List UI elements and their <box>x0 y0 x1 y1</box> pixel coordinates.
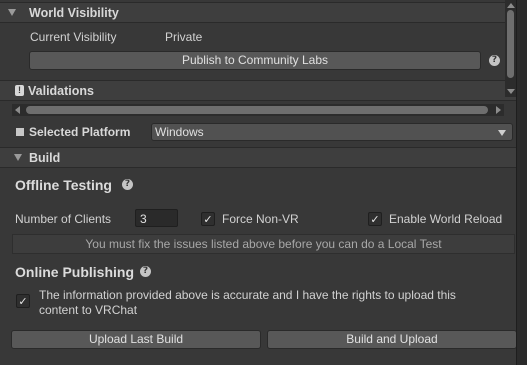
local-test-warning-text: You must fix the issues listed above bef… <box>85 237 442 251</box>
horizontal-scrollbar[interactable] <box>12 104 504 116</box>
validations-title: Validations <box>28 84 94 98</box>
foldout-arrow-icon[interactable] <box>8 9 16 16</box>
current-visibility-label: Current Visibility <box>30 30 117 44</box>
consent-checkbox[interactable]: ✓ <box>16 294 30 308</box>
upload-last-build-button[interactable]: Upload Last Build <box>11 330 261 349</box>
consent-text-line2: content to VRChat <box>39 303 138 317</box>
enable-world-reload-label: Enable World Reload <box>389 212 503 226</box>
enable-world-reload-checkbox[interactable]: ✓ <box>368 212 382 226</box>
help-icon[interactable]: ? <box>140 266 151 277</box>
scroll-right-arrow-icon[interactable] <box>496 106 501 114</box>
world-visibility-header[interactable]: World Visibility <box>0 2 516 23</box>
scroll-left-arrow-icon[interactable] <box>15 106 20 114</box>
force-nonvr-checkbox[interactable]: ✓ <box>201 212 215 226</box>
scroll-up-arrow-icon[interactable] <box>507 3 515 8</box>
world-visibility-title: World Visibility <box>29 6 119 20</box>
build-title: Build <box>29 151 61 165</box>
selected-platform-label: Selected Platform <box>29 125 131 139</box>
local-test-warning-box: You must fix the issues listed above bef… <box>12 234 515 254</box>
chevron-down-icon <box>498 130 506 136</box>
number-of-clients-field[interactable]: 3 <box>135 209 178 227</box>
number-of-clients-value: 3 <box>140 212 147 226</box>
current-visibility-value: Private <box>165 30 203 44</box>
warning-icon: ! <box>15 85 24 96</box>
validations-header[interactable]: ! Validations <box>0 80 516 101</box>
consent-text-line1: The information provided above is accura… <box>39 288 456 302</box>
build-and-upload-button[interactable]: Build and Upload <box>267 330 517 349</box>
platform-dropdown[interactable]: Windows <box>151 123 513 141</box>
online-publishing-title: Online Publishing <box>15 264 134 280</box>
adjacent-panel-edge <box>516 0 527 365</box>
platform-dropdown-value: Windows <box>155 125 204 139</box>
force-nonvr-label: Force Non-VR <box>222 212 299 226</box>
help-icon[interactable]: ? <box>489 55 500 66</box>
platform-icon <box>16 128 24 136</box>
vertical-scrollbar[interactable] <box>505 0 516 97</box>
scroll-down-arrow-icon[interactable] <box>507 89 515 94</box>
foldout-arrow-icon[interactable] <box>14 154 22 161</box>
number-of-clients-label: Number of Clients <box>15 212 112 226</box>
publish-community-labs-button[interactable]: Publish to Community Labs <box>29 51 481 70</box>
offline-testing-title: Offline Testing <box>15 177 112 193</box>
build-header[interactable]: Build <box>0 147 516 168</box>
scrollbar-thumb[interactable] <box>26 106 488 114</box>
help-icon[interactable]: ? <box>122 179 133 190</box>
vertical-scrollbar-thumb[interactable] <box>507 10 514 78</box>
